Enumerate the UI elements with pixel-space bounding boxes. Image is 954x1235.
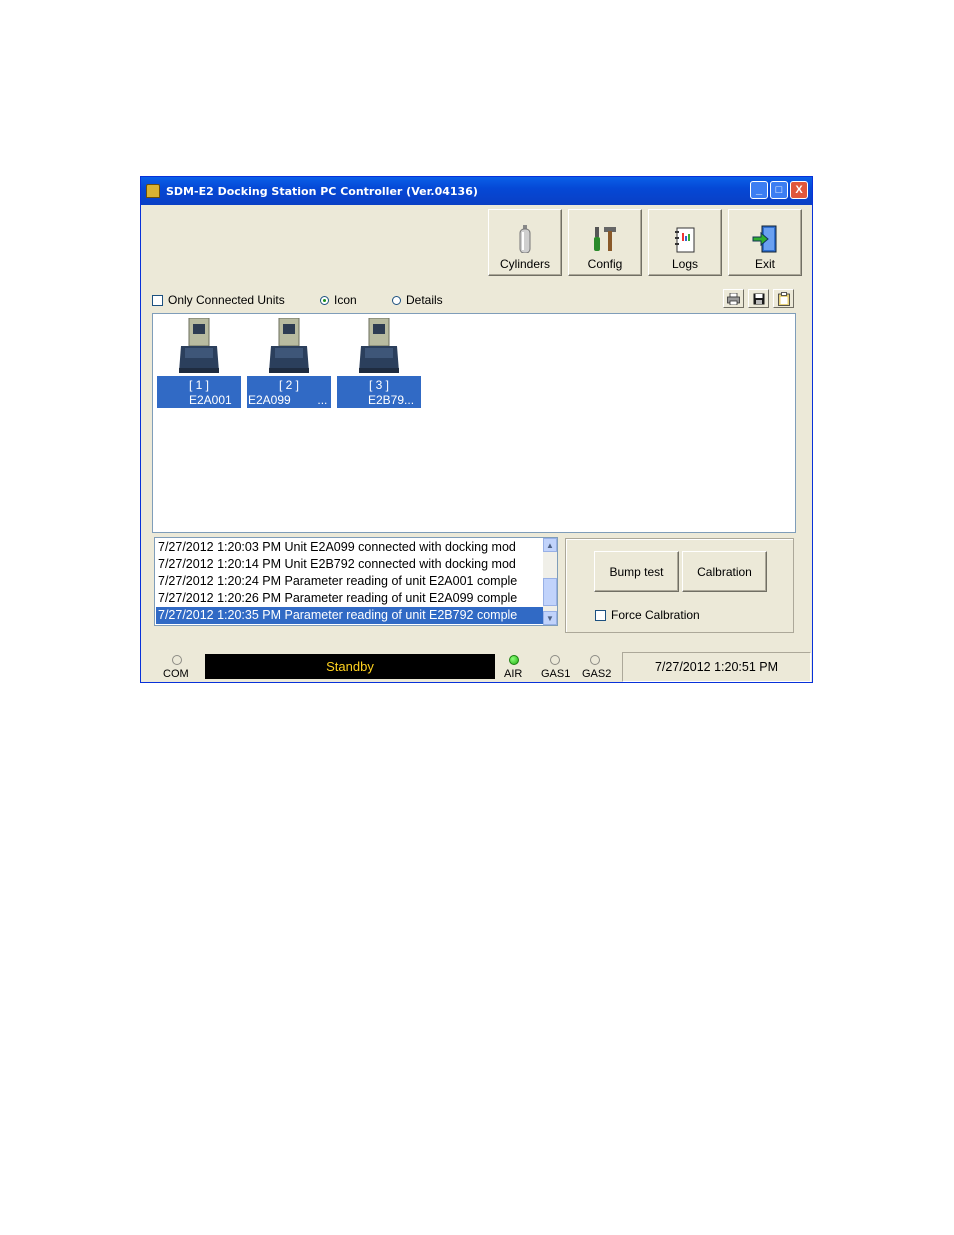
app-icon [146, 184, 160, 198]
force-calibration-label: Force Calbration [611, 608, 700, 622]
radio-icon-selected[interactable] [320, 295, 329, 305]
unit-label: [ 2 ] E2A099 ... [247, 376, 331, 408]
tools-icon [594, 227, 616, 251]
only-connected-label: Only Connected Units [168, 293, 285, 307]
clipboard-icon [777, 291, 790, 306]
action-panel: Bump test Calbration Force Calbration [565, 538, 794, 633]
log-entry[interactable]: 7/27/2012 1:20:14 PM Unit E2B792 connect… [158, 556, 544, 573]
exit-label: Exit [754, 257, 775, 271]
config-label: Config [587, 257, 623, 271]
com-label: COM [163, 668, 189, 680]
details-view-radio[interactable]: Details [392, 293, 443, 307]
docking-station-icon [179, 318, 219, 373]
checkbox-box[interactable] [152, 294, 163, 306]
scroll-up-icon[interactable]: ▲ [543, 538, 557, 552]
air-indicator-icon [509, 655, 519, 665]
close-button[interactable]: X [790, 181, 808, 199]
status-bar: COM Standby AIR GAS1 GAS2 7/27/2012 1:20… [141, 647, 812, 683]
minimize-button[interactable]: _ [750, 181, 768, 199]
checkbox-box[interactable] [595, 609, 606, 621]
unit-slot: [ 2 ] [278, 378, 299, 392]
log-entry-selected[interactable]: 7/27/2012 1:20:35 PM Parameter reading o… [156, 607, 544, 624]
printer-icon [727, 292, 740, 305]
bump-test-button[interactable]: Bump test [594, 551, 679, 592]
unit-slot: [ 1 ] [188, 378, 209, 392]
unit-serial: E2B79... [368, 393, 415, 407]
gas2-label: GAS2 [582, 668, 612, 680]
print-button[interactable] [723, 289, 744, 308]
scroll-down-icon[interactable]: ▼ [543, 611, 557, 625]
com-indicator-icon [172, 655, 182, 665]
details-radio-label: Details [406, 293, 443, 307]
title-bar[interactable]: SDM-E2 Docking Station PC Controller (Ve… [141, 177, 812, 205]
cylinder-icon [519, 225, 531, 253]
calibration-button[interactable]: Calbration [682, 551, 767, 592]
scroll-thumb[interactable] [543, 578, 557, 606]
cylinders-label: Cylinders [499, 257, 550, 271]
unit-label: [ 1 ] E2A001 [157, 376, 241, 408]
exit-button[interactable]: Exit [728, 209, 802, 276]
datetime-display: 7/27/2012 1:20:51 PM [622, 652, 811, 682]
event-log-list[interactable]: 7/27/2012 1:20:03 PM Unit E2A099 connect… [154, 537, 558, 626]
gas1-indicator-icon [550, 655, 560, 665]
clipboard-button[interactable] [773, 289, 794, 308]
docking-station-icon [269, 318, 309, 373]
unit-serial: E2A099 ... [248, 393, 328, 407]
logs-label: Logs [671, 257, 699, 271]
unit-label: [ 3 ] E2B79... [337, 376, 421, 408]
config-button[interactable]: Config [568, 209, 642, 276]
icon-radio-label: Icon [334, 293, 357, 307]
only-connected-checkbox[interactable]: Only Connected Units [152, 293, 285, 307]
log-entry[interactable]: 7/27/2012 1:20:03 PM Unit E2A099 connect… [158, 539, 544, 556]
exit-door-icon [752, 225, 777, 253]
radio-details[interactable] [392, 295, 401, 305]
force-calibration-checkbox[interactable]: Force Calbration [595, 608, 700, 622]
log-scrollbar[interactable]: ▲ ▼ [543, 538, 557, 625]
window-title: SDM-E2 Docking Station PC Controller (Ve… [166, 184, 478, 198]
unit-list-view[interactable]: [ 1 ] E2A001 [ 2 ] E2A099 ... [3] E2B7… [152, 313, 796, 533]
unit-slot: [ 3 ] [368, 378, 389, 392]
gas2-indicator-icon [590, 655, 600, 665]
cylinders-button[interactable]: Cylinders [488, 209, 562, 276]
docking-station-icon [359, 318, 399, 373]
app-window: SDM-E2 Docking Station PC Controller (Ve… [140, 176, 813, 683]
maximize-button[interactable]: □ [770, 181, 788, 199]
status-display: Standby [205, 654, 495, 679]
logs-button[interactable]: Logs [648, 209, 722, 276]
status-text: Standby [326, 659, 374, 674]
floppy-disk-icon [753, 293, 764, 304]
datetime-text: 7/27/2012 1:20:51 PM [654, 660, 778, 674]
save-button[interactable] [748, 289, 769, 308]
gas1-label: GAS1 [541, 668, 571, 680]
unit-serial: E2A001 [189, 393, 232, 407]
icon-view-radio[interactable]: Icon [320, 293, 357, 307]
log-entry[interactable]: 7/27/2012 1:20:24 PM Parameter reading o… [158, 573, 544, 590]
notebook-icon [675, 227, 695, 253]
air-label: AIR [504, 668, 523, 680]
log-entry[interactable]: 7/27/2012 1:20:26 PM Parameter reading o… [158, 590, 544, 607]
